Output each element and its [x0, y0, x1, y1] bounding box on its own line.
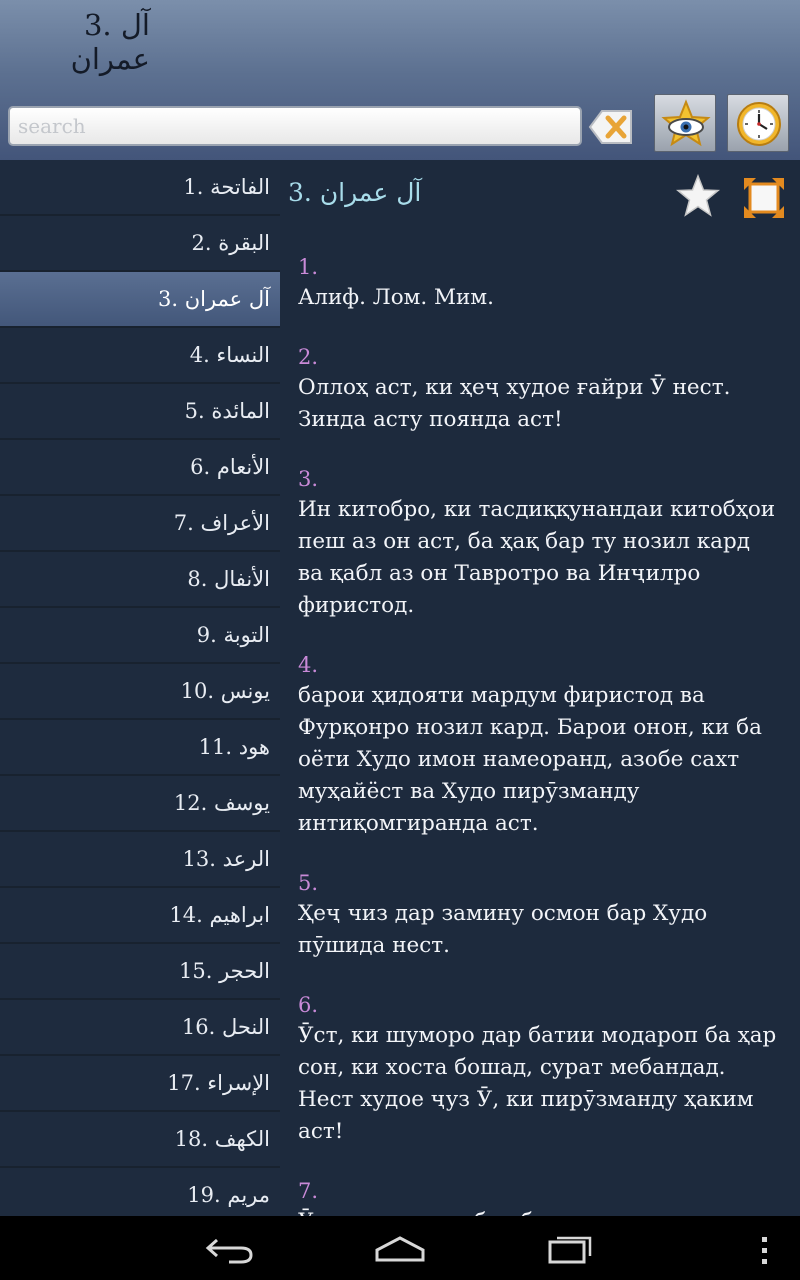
verse-number: 7.	[298, 1179, 319, 1203]
verse-text: Ҳеҷ чиз дар замину осмон бар Худо пӯшида…	[298, 901, 708, 958]
clock-icon	[737, 102, 781, 146]
sidebar-item-label: 8. الأنفال	[187, 567, 270, 591]
verse[interactable]: 3. Ин китобро, ки тасдиққунандаи китобҳои…	[298, 464, 778, 622]
bookmark-button[interactable]	[675, 173, 721, 218]
bookmarks-view-button[interactable]	[654, 94, 716, 152]
clear-icon	[588, 110, 632, 144]
sidebar-item-label: 13. الرعد	[182, 847, 270, 871]
verse-text: Алиф. Лом. Мим.	[298, 285, 494, 310]
recent-apps-icon[interactable]	[547, 1230, 597, 1266]
verse-text: Ӯст, ки ин китобро бар ту нозил кард.	[298, 1206, 778, 1216]
sidebar-item[interactable]: 11. هود	[0, 720, 280, 776]
sidebar-item-label: 16. النحل	[181, 1015, 270, 1039]
sidebar-item-label: 18. الكهف	[174, 1127, 270, 1151]
sidebar-item[interactable]: 6. الأنعام	[0, 440, 280, 496]
fullscreen-button[interactable]	[742, 176, 786, 220]
home-icon[interactable]	[374, 1234, 426, 1264]
sidebar-item-label: 3. آل عمران	[157, 287, 270, 311]
verse-text: барои ҳидояти мардум фиристод ва Фурқонр…	[298, 683, 762, 836]
sidebar-item[interactable]: 14. ابراهيم	[0, 888, 280, 944]
sidebar-item-label: 12. يوسف	[173, 791, 270, 815]
sidebar-item-label: 5. المائدة	[184, 399, 270, 423]
sura-list[interactable]: 1. الفاتحة 2. البقرة 3. آل عمران 4. النساء 5…	[0, 160, 280, 1216]
clear-search-button[interactable]	[588, 108, 634, 146]
verse[interactable]: 4. барои ҳидояти мардум фиристод ва Фурқо…	[298, 650, 778, 840]
sidebar-item[interactable]: 8. الأنفال	[0, 552, 280, 608]
back-icon[interactable]	[205, 1234, 255, 1264]
sidebar-item-label: 7. الأعراف	[173, 511, 270, 535]
sidebar-item[interactable]: 17. الإسراء	[0, 1056, 280, 1112]
star-eye-icon	[661, 99, 711, 147]
fullscreen-icon	[744, 178, 784, 218]
sidebar-item[interactable]: 10. يونس	[0, 664, 280, 720]
sidebar-item[interactable]: 13. الرعد	[0, 832, 280, 888]
sidebar-item-label: 1. الفاتحة	[183, 175, 270, 199]
verse-number: 3.	[298, 467, 319, 491]
sura-title: 3. آل عمران	[288, 178, 422, 207]
verse[interactable]: 2. Оллоҳ аст, ки ҳеҷ худое ғайри Ӯ нест. …	[298, 342, 778, 436]
system-nav-bar	[0, 1216, 800, 1280]
verse[interactable]: 7. Ӯст, ки ин китобро бар ту нозил кард.	[298, 1176, 778, 1216]
sidebar-item-label: 2. البقرة	[191, 231, 270, 255]
star-icon	[675, 173, 721, 217]
verse-number: 5.	[298, 871, 319, 895]
search-input[interactable]	[10, 108, 580, 144]
sidebar-item[interactable]: 7. الأعراف	[0, 496, 280, 552]
verse-number: 6.	[298, 993, 319, 1017]
verse-text: Оллоҳ аст, ки ҳеҷ худое ғайри Ӯ нест. Зи…	[298, 375, 731, 432]
sidebar-item-label: 11. هود	[198, 735, 270, 759]
sidebar-item[interactable]: 2. البقرة	[0, 216, 280, 272]
sidebar-item-label: 6. الأنعام	[190, 455, 270, 479]
verse-text: Ӯст, ки шуморо дар батии модароп ба ҳар …	[298, 1023, 777, 1144]
verse-number: 1.	[298, 255, 319, 279]
header-title-line1: 3. آل	[83, 8, 150, 42]
content-pane: 3. آل عمران 1. Алиф. Лом. Мим. 2. Оллоҳ аст…	[280, 160, 800, 1216]
verse-list: 1. Алиф. Лом. Мим. 2. Оллоҳ аст, ки ҳеҷ худ…	[298, 252, 778, 1216]
sidebar-item[interactable]: 16. النحل	[0, 1000, 280, 1056]
app-header: 3. آل عمران	[0, 0, 800, 160]
history-button[interactable]	[727, 94, 789, 152]
menu-icon[interactable]	[760, 1236, 770, 1266]
sidebar-item-label: 19. مريم	[187, 1183, 270, 1207]
sidebar-item[interactable]: 3. آل عمران	[0, 272, 280, 328]
sidebar-item-label: 10. يونس	[180, 679, 270, 703]
search-box[interactable]	[8, 106, 582, 146]
verse[interactable]: 1. Алиф. Лом. Мим.	[298, 252, 778, 314]
header-title: 3. آل عمران	[70, 8, 150, 76]
sidebar-item[interactable]: 1. الفاتحة	[0, 160, 280, 216]
sidebar-item-label: 4. النساء	[189, 343, 270, 367]
sidebar-item[interactable]: 18. الكهف	[0, 1112, 280, 1168]
sidebar-item-label: 14. ابراهيم	[169, 903, 270, 927]
verse-text: Ин китобро, ки тасдиққунандаи китобҳои п…	[298, 497, 776, 618]
verse[interactable]: 6. Ӯст, ки шуморо дар батии модароп ба ҳа…	[298, 990, 778, 1148]
sidebar-item-label: 17. الإسراء	[167, 1071, 270, 1095]
sidebar-item[interactable]: 12. يوسف	[0, 776, 280, 832]
sidebar-item[interactable]: 15. الحجر	[0, 944, 280, 1000]
verse-number: 4.	[298, 653, 319, 677]
sidebar-item-label: 9. التوبة	[196, 623, 270, 647]
verse-number: 2.	[298, 345, 319, 369]
sidebar-item[interactable]: 19. مريم	[0, 1168, 280, 1216]
sidebar-item-label: 15. الحجر	[178, 959, 270, 983]
sidebar-item[interactable]: 4. النساء	[0, 328, 280, 384]
verse[interactable]: 5. Ҳеҷ чиз дар замину осмон бар Худо пӯши…	[298, 868, 778, 962]
sidebar-item[interactable]: 5. المائدة	[0, 384, 280, 440]
sidebar-item[interactable]: 9. التوبة	[0, 608, 280, 664]
header-title-line2: عمران	[70, 42, 150, 76]
